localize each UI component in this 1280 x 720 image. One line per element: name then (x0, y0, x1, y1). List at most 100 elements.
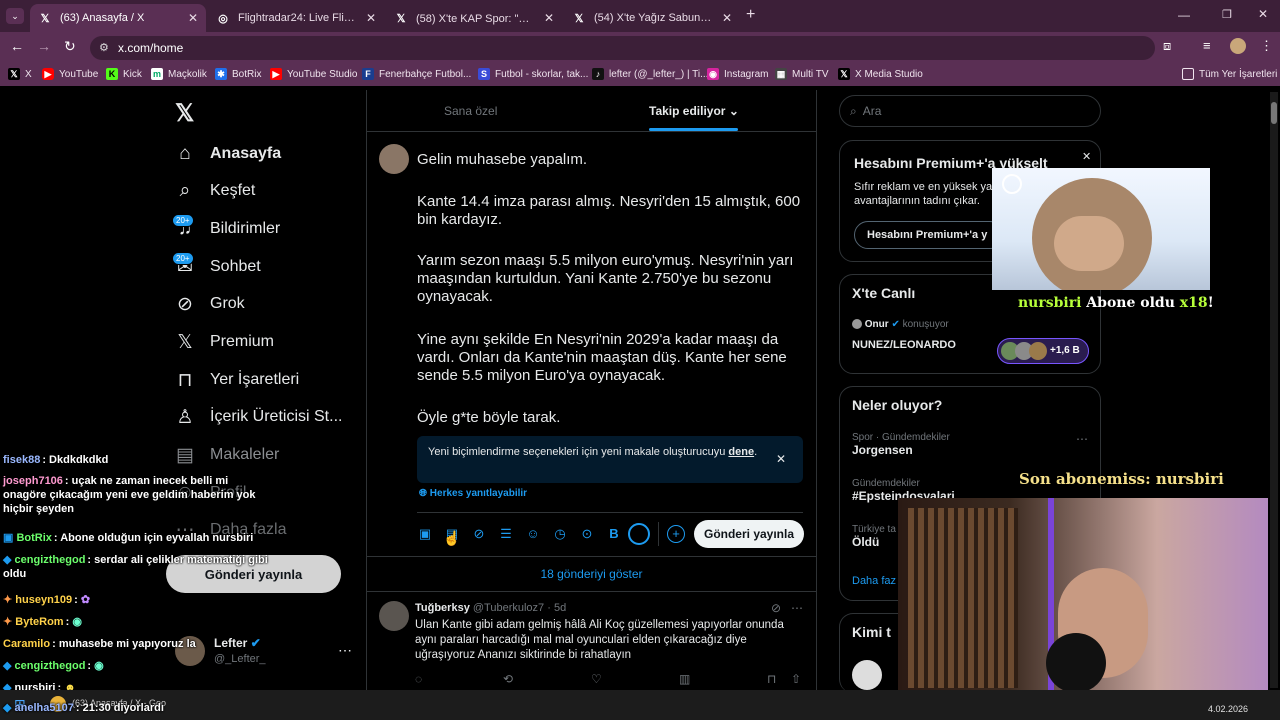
submit-post-button[interactable]: Gönderi yayınla (694, 520, 804, 548)
trend-item[interactable]: Spor · Gündemdekiler Jorgensen (852, 432, 950, 457)
reply-icon[interactable]: ◌ (415, 672, 422, 686)
tab-following[interactable]: Takip ediliyor ⌄ (649, 104, 739, 118)
reply-setting-label: Herkes yanıtlayabilir (429, 488, 528, 499)
composer-paragraph[interactable]: Kante 14.4 imza parası almış. Nesyri'den… (417, 193, 802, 229)
live-listeners-pill[interactable]: +1,6 B (997, 338, 1089, 364)
instagram-icon: ◉ (707, 68, 719, 80)
close-icon[interactable]: ✕ (1082, 150, 1091, 163)
composer-paragraph[interactable]: Yarım sezon maaşı 5.5 milyon euro'ymuş. … (417, 252, 807, 306)
avatar[interactable] (852, 660, 882, 690)
close-icon[interactable]: ✕ (188, 11, 198, 25)
premium-upgrade-button[interactable]: Hesabını Premium+'a y (854, 221, 1004, 249)
tab-for-you[interactable]: Sana özel (444, 104, 497, 118)
bookmark-item[interactable]: ▶ YouTube Studio (270, 68, 357, 80)
composer-paragraph[interactable]: Yine aynı şekilde En Nesyri'nin 2029'a k… (417, 331, 802, 385)
media-controls-icon[interactable]: ≡ (1203, 38, 1211, 53)
bookmark-item[interactable]: ✱ BotRix (215, 68, 261, 80)
address-bar[interactable]: ⚙ x.com/home (90, 36, 1155, 60)
reload-icon[interactable]: ↻ (64, 38, 76, 55)
tab-2[interactable]: 𝕏 (58) X'te KAP Spor: "🟡🔵 #Fen ✕ (386, 4, 562, 32)
grok-icon[interactable]: ⊘ (771, 601, 781, 615)
sidebar-item-grok[interactable]: ⊘ Grok (172, 289, 245, 319)
extensions-icon[interactable]: ⧈ (1163, 38, 1171, 54)
bookmark-item[interactable]: K Kick (106, 68, 142, 80)
close-icon[interactable]: ✕ (366, 11, 376, 25)
account-menu-icon[interactable]: ⋯ (338, 642, 352, 659)
bookmark-item[interactable]: 𝕏X (8, 68, 32, 80)
x-logo-icon[interactable]: 𝕏 (175, 99, 194, 128)
browser-menu-icon[interactable]: ⋮ (1260, 38, 1273, 54)
post-text: Ulan Kante gibi adam gelmiş hâlâ Ali Koç… (415, 619, 784, 661)
live-host[interactable]: Onur (865, 319, 889, 330)
show-more-posts[interactable]: 18 gönderiyi göster (367, 556, 816, 592)
reply-setting[interactable]: 🌐︎ Herkes yanıtlayabilir (419, 488, 527, 499)
minimize-icon[interactable]: — (1178, 8, 1190, 22)
bookmark-item[interactable]: ▦ Multi TV (775, 68, 829, 80)
back-icon[interactable]: ← (10, 38, 24, 54)
site-info-icon[interactable]: ⚙ (99, 41, 109, 54)
search-input[interactable]: ⌕ Ara (839, 95, 1101, 127)
sidebar-item-articles[interactable]: ▤ Makaleler (172, 440, 279, 470)
live-status: konuşuyor (902, 319, 949, 330)
grok-icon[interactable]: ⊘ (471, 526, 487, 542)
post-time[interactable]: 5d (554, 602, 566, 614)
notice-text: Yeni biçimlendirme seçenekleri için yeni… (428, 446, 726, 458)
close-icon[interactable]: ✕ (722, 11, 732, 25)
views-icon[interactable]: ▥ (679, 672, 690, 686)
post-author[interactable]: Tuğberksy (415, 602, 470, 614)
emoji-icon[interactable]: ☺ (525, 526, 541, 542)
page-scrollbar[interactable] (1270, 92, 1278, 688)
bookmark-item[interactable]: ♪ lefter (@_lefter_) | Ti... (592, 68, 708, 80)
avatar[interactable] (379, 601, 409, 631)
chat-user: huseyn109 (15, 594, 73, 606)
bookmark-item[interactable]: F Fenerbahçe Futbol... (362, 68, 471, 80)
tab-title: (58) X'te KAP Spor: "🟡🔵 #Fen (416, 12, 538, 25)
tab-0[interactable]: 𝕏 (63) Anasayfa / X ✕ (30, 4, 206, 32)
bookmark-item[interactable]: ◉ Instagram (707, 68, 768, 80)
all-bookmarks-folder[interactable]: Tüm Yer İşaretleri (1182, 68, 1277, 80)
more-icon[interactable]: ⋯ (791, 601, 803, 615)
scrollbar-thumb[interactable] (1271, 102, 1277, 124)
sub-badge-icon: ◆ (3, 702, 12, 714)
composer-paragraph[interactable]: Öyle g*te böyle tarak. (417, 409, 802, 427)
forward-icon[interactable]: → (37, 38, 51, 54)
sidebar-item-premium[interactable]: 𝕏 Premium (172, 327, 274, 357)
bold-icon[interactable]: B (606, 526, 622, 542)
bookmark-item[interactable]: 𝕏 X Media Studio (838, 68, 923, 80)
add-thread-icon[interactable]: + (667, 525, 685, 543)
maximize-icon[interactable]: ❐ (1222, 8, 1232, 21)
close-icon[interactable]: ✕ (776, 452, 786, 466)
tab-3[interactable]: 𝕏 (54) X'te Yağız Sabuncuoğlu: "@ ✕ (564, 4, 740, 32)
sidebar-item-bookmarks[interactable]: ⊓ Yer İşaretleri (172, 365, 300, 395)
bookmark-item[interactable]: S Futbol - skorlar, tak... (478, 68, 588, 80)
poll-icon[interactable]: ☰ (498, 526, 514, 542)
tab-search-icon[interactable]: ⌄ (6, 8, 24, 24)
chat-user: joseph7106 (3, 475, 63, 487)
repost-icon[interactable]: ⟲ (503, 672, 513, 686)
account-name[interactable]: Lefter ✔ (214, 636, 261, 650)
notice-link[interactable]: dene (728, 446, 754, 458)
sidebar-item-explore[interactable]: ⌕ Keşfet (172, 176, 256, 206)
chat-text: Dkdkdkdkd (49, 454, 109, 466)
bookmark-item[interactable]: ▶ YouTube (42, 68, 98, 80)
profile-avatar-icon[interactable] (1230, 38, 1246, 54)
sidebar-item-home[interactable]: ⌂ Anasayfa (172, 139, 281, 169)
live-topic[interactable]: NUNEZ/LEONARDO (852, 339, 956, 351)
trend-item[interactable]: Türkiye ta Öldü (852, 524, 896, 549)
new-tab-button[interactable]: + (746, 6, 755, 24)
image-icon[interactable]: ▣ (417, 526, 433, 542)
window-close-icon[interactable]: ✕ (1258, 7, 1268, 21)
bookmark-item[interactable]: m Maçkolik (151, 68, 207, 80)
tab-1[interactable]: ◎ Flightradar24: Live Flight Tracker ✕ (208, 4, 384, 32)
composer-paragraph[interactable]: Gelin muhasebe yapalım. (417, 151, 802, 169)
location-icon[interactable]: ⊙ (579, 526, 595, 542)
sidebar-item-creator-studio[interactable]: ♙ İçerik Üreticisi St... (172, 402, 342, 432)
bookmark-icon[interactable]: ⊓ (767, 672, 776, 686)
trends-show-more[interactable]: Daha faz (852, 575, 896, 587)
close-icon[interactable]: ✕ (544, 11, 554, 25)
share-icon[interactable]: ⇧ (791, 672, 801, 686)
like-icon[interactable]: ♡ (591, 672, 602, 686)
post-handle[interactable]: @Tuberkuloz7 (473, 602, 544, 614)
schedule-icon[interactable]: ◷ (552, 526, 568, 542)
more-icon[interactable]: ⋯ (1076, 432, 1088, 446)
